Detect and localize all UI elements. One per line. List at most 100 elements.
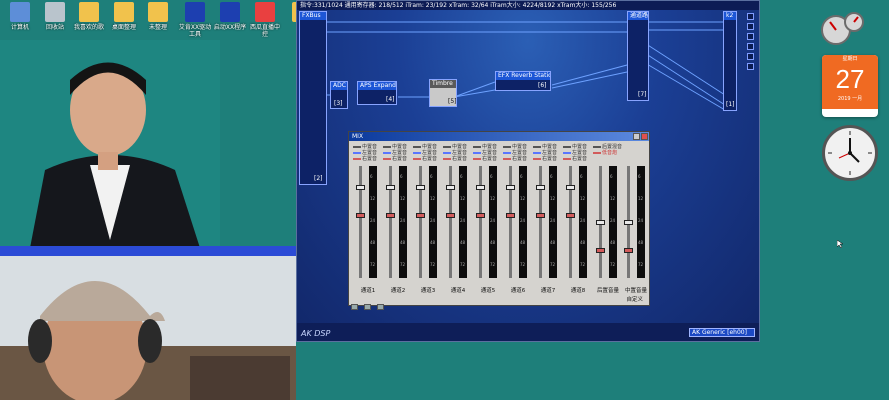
meter-tick: 6 <box>460 174 463 179</box>
app-icon <box>220 2 240 22</box>
meter-tick: 24 <box>580 218 586 223</box>
fader-handle-secondary[interactable] <box>416 213 425 218</box>
fader-area[interactable]: 6 12 24 48 72 <box>533 166 563 281</box>
fader-handle[interactable] <box>476 185 485 190</box>
desktop-icon[interactable]: 回收站 <box>38 2 72 31</box>
channel-name: 通道3 <box>420 288 436 294</box>
fader-handle[interactable] <box>506 185 515 190</box>
mixer-channel-strip: 中置音 左置音 右置音 6 12 24 48 72 通道6 <box>503 144 533 294</box>
webcam-toolbar[interactable] <box>0 246 296 256</box>
meter-tick: 6 <box>400 174 403 179</box>
fader-handle[interactable] <box>416 185 425 190</box>
side-button[interactable] <box>747 43 754 50</box>
meter-tick: 12 <box>460 196 466 201</box>
fader-handle-secondary[interactable] <box>536 213 545 218</box>
fader-handle[interactable] <box>566 185 575 190</box>
fader-handle[interactable] <box>624 220 633 225</box>
fader-area[interactable]: 6 12 24 48 72 <box>621 166 651 281</box>
meter-tick: 6 <box>550 174 553 179</box>
side-button[interactable] <box>747 13 754 20</box>
fader-handle-secondary[interactable] <box>624 248 633 253</box>
fader-handle[interactable] <box>356 185 365 190</box>
legend-entry: 右置音 <box>413 156 443 162</box>
fader-handle-secondary[interactable] <box>566 213 575 218</box>
meter-tick: 12 <box>400 196 406 201</box>
desktop-icon[interactable]: 艾肯XX驱动工具 <box>178 2 212 38</box>
clock-gadget <box>822 125 878 181</box>
fader-area[interactable]: 6 12 24 48 72 <box>443 166 473 281</box>
meter-tick: 48 <box>580 240 586 245</box>
dsp-footer: AK DSP AK Generic [eh00] <box>297 323 759 341</box>
desktop-icon[interactable]: 计算机 <box>3 2 37 31</box>
mixer-title-bar[interactable]: MIX <box>349 132 649 141</box>
fader-area[interactable]: 6 12 24 48 72 <box>353 166 383 281</box>
fader-handle-secondary[interactable] <box>506 213 515 218</box>
meter-tick: 12 <box>580 196 586 201</box>
fader-handle-secondary[interactable] <box>356 213 365 218</box>
desktop-icon[interactable]: 桌面整理 <box>107 2 141 31</box>
fader-area[interactable]: 6 12 24 48 72 <box>503 166 533 281</box>
calendar-day: 27 <box>835 64 865 94</box>
fader-area[interactable]: 6 12 24 48 72 <box>563 166 593 281</box>
side-button[interactable] <box>747 63 754 70</box>
node-channel-route[interactable]: 通道路由 [7] <box>627 11 649 101</box>
dsp-side-buttons[interactable] <box>747 13 757 73</box>
fader-handle-secondary[interactable] <box>596 248 605 253</box>
footer-button[interactable] <box>351 304 358 310</box>
meter-tick: 6 <box>490 174 493 179</box>
fader-area[interactable]: 6 12 24 48 72 <box>473 166 503 281</box>
node-efx-reverb-station[interactable]: EFX Reverb Station [6] <box>495 71 551 91</box>
footer-button[interactable] <box>364 304 372 310</box>
app-icon <box>114 2 134 22</box>
footer-button[interactable] <box>377 304 385 310</box>
desktop-icon[interactable]: 启动XX程序 <box>213 2 247 31</box>
node-adc[interactable]: ADC [3] <box>330 81 348 109</box>
node-aps-expander[interactable]: APS Expander [4] <box>357 81 397 105</box>
fader-track <box>479 166 482 278</box>
mixer-channel-strip: 6 12 24 48 72 中置音量 <box>621 144 651 294</box>
desktop-icon[interactable]: 我喜欢的歌 <box>72 2 106 31</box>
fader-area[interactable]: 6 12 24 48 72 <box>413 166 443 281</box>
fader-handle-secondary[interactable] <box>446 213 455 218</box>
legend-entry: 右置音 <box>353 156 383 162</box>
fader-area[interactable]: 6 12 24 48 72 <box>593 166 623 281</box>
desktop-icon[interactable]: 未整理 <box>141 2 175 31</box>
meter-tick: 12 <box>550 196 556 201</box>
node-timbre[interactable]: Timbre [5] <box>429 79 457 107</box>
fader-area[interactable]: 6 12 24 48 72 <box>383 166 413 281</box>
fader-handle[interactable] <box>386 185 395 190</box>
meter-tick: 48 <box>490 240 496 245</box>
fader-handle[interactable] <box>446 185 455 190</box>
meter-tick: 72 <box>610 262 616 267</box>
app-icon <box>255 2 275 22</box>
meter-tick: 12 <box>370 196 376 201</box>
legend-entry: 低音炮 <box>593 150 623 156</box>
node-k2[interactable]: k2 [1] <box>723 11 737 111</box>
desktop-icon[interactable]: 西瓜直播中控 <box>248 2 282 38</box>
channel-name: 后置音量 <box>596 288 619 294</box>
meter-tick: 72 <box>638 262 644 267</box>
meter-tick: 6 <box>430 174 433 179</box>
node-fxbus[interactable]: FXBus [2] <box>299 11 327 185</box>
fader-handle-secondary[interactable] <box>386 213 395 218</box>
calendar-weekday: 星期日 <box>842 56 858 62</box>
fader-handle-secondary[interactable] <box>476 213 485 218</box>
minimize-button[interactable] <box>633 133 640 140</box>
fader-track <box>449 166 452 278</box>
side-button[interactable] <box>747 23 754 30</box>
channel-name: 中置音量 <box>624 288 647 294</box>
mixer-window[interactable]: MIX 中置音 左置音 右置音 6 12 24 48 72 通道1 中置音 左置音 右置音 6 12 24 4… <box>348 131 651 310</box>
meter-tick: 24 <box>370 218 376 223</box>
meter-tick: 24 <box>460 218 466 223</box>
meter-tick: 6 <box>370 174 373 179</box>
close-button[interactable] <box>641 133 648 140</box>
channel-name: 通道5 <box>480 288 496 294</box>
app-icon <box>185 2 205 22</box>
custom-label[interactable]: 自定义 <box>626 295 643 303</box>
side-button[interactable] <box>747 53 754 60</box>
meter-tick: 6 <box>638 174 641 179</box>
side-button[interactable] <box>747 33 754 40</box>
desktop-icon-label: 启动XX程序 <box>213 24 247 31</box>
fader-handle[interactable] <box>596 220 605 225</box>
fader-handle[interactable] <box>536 185 545 190</box>
